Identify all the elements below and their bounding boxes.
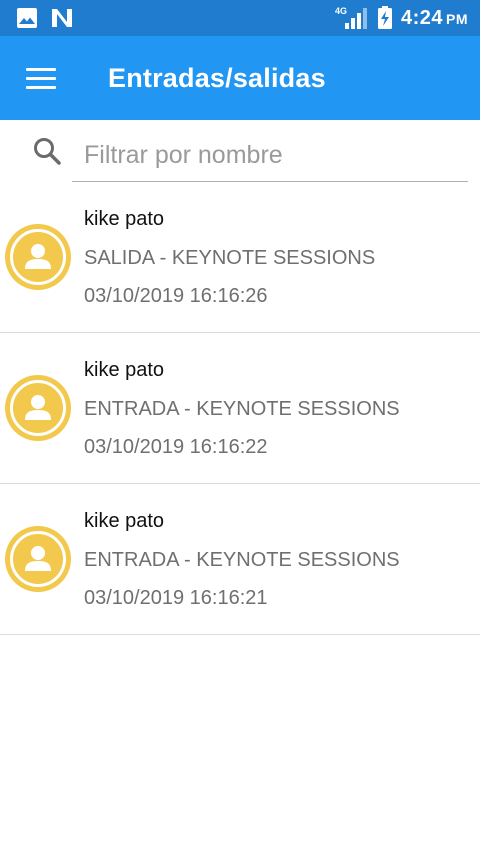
entry-timestamp: 03/10/2019 16:16:26 [84,285,268,307]
image-icon [17,8,37,28]
svg-text:4G: 4G [335,6,347,16]
status-bar-system: 4G 4:24 PM [335,6,468,30]
entry-name: kike pato [84,359,165,381]
entry-timestamp: 03/10/2019 16:16:22 [84,436,268,458]
person-icon [10,229,66,285]
n-notification-icon [52,9,72,27]
status-ampm: PM [446,10,468,27]
entry-description: SALIDA - KEYNOTE SESSIONS [84,247,376,269]
avatar [5,224,71,290]
search-input[interactable] [72,130,468,182]
avatar [5,375,71,441]
page-title: Entradas/salidas [108,63,326,93]
avatar [5,526,71,592]
entry-name: kike pato [84,208,165,230]
hamburger-menu-icon[interactable] [16,58,68,98]
list-item[interactable]: kike pato SALIDA - KEYNOTE SESSIONS 03/1… [0,182,480,333]
app-bar: Entradas/salidas [0,36,480,120]
entries-list: kike pato SALIDA - KEYNOTE SESSIONS 03/1… [0,182,480,635]
list-item[interactable]: kike pato ENTRADA - KEYNOTE SESSIONS 03/… [0,333,480,484]
battery-charging-icon [377,6,392,29]
status-bar-notifications [16,7,74,29]
entry-description: ENTRADA - KEYNOTE SESSIONS [84,398,400,420]
entry-description: ENTRADA - KEYNOTE SESSIONS [84,549,400,571]
status-bar: 4G 4:24 PM [0,0,480,36]
status-time: 4:24 PM [400,6,468,29]
entry-name: kike pato [84,510,165,532]
signal-icon: 4G [335,6,367,29]
list-item[interactable]: kike pato ENTRADA - KEYNOTE SESSIONS 03/… [0,484,480,635]
entry-timestamp: 03/10/2019 16:16:21 [84,587,268,609]
search-bar [0,120,480,186]
person-icon [10,531,66,587]
person-icon [10,380,66,436]
search-icon [34,138,61,165]
